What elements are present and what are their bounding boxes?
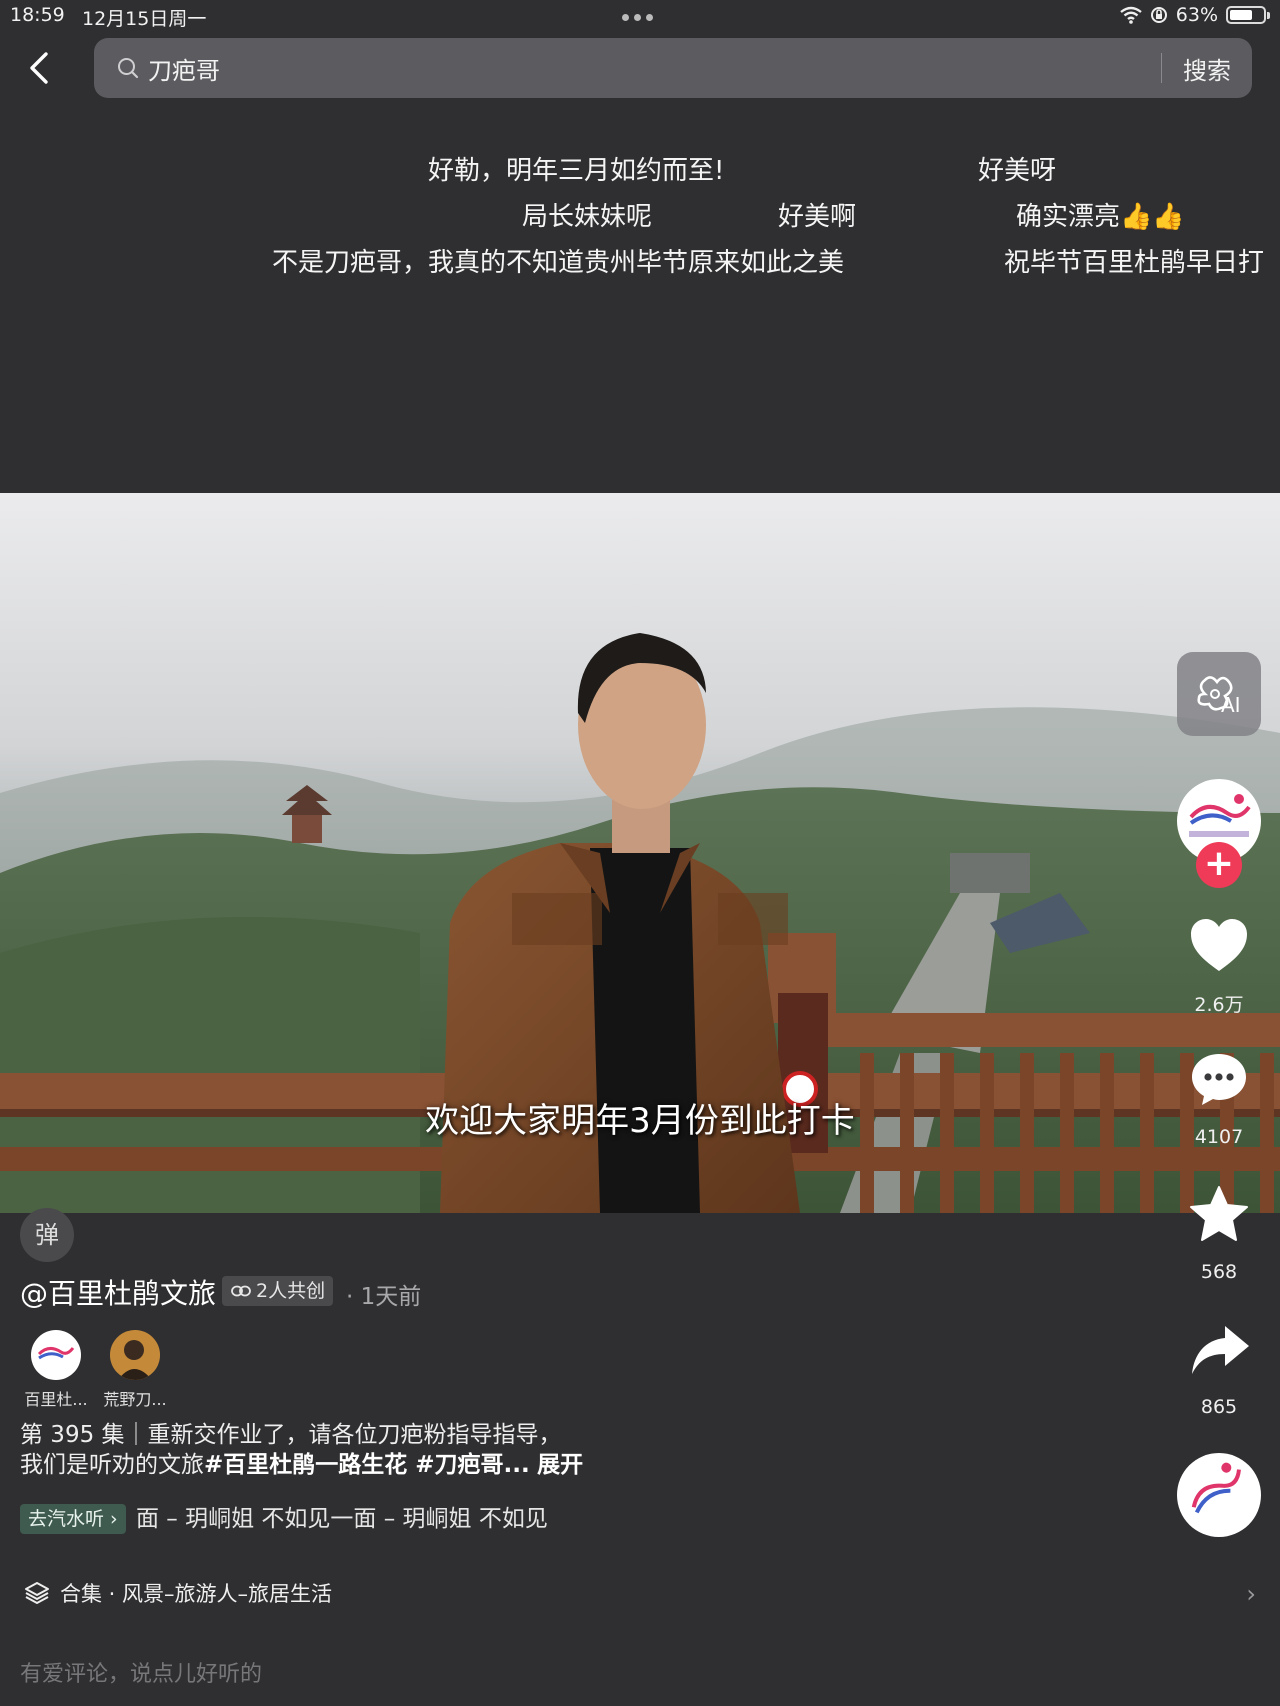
battery-icon	[1226, 6, 1270, 24]
music-disc[interactable]	[1177, 1453, 1261, 1537]
like-count: 2.6万	[1194, 994, 1244, 1016]
battery-percent: 63%	[1175, 4, 1218, 26]
multitask-dots[interactable]	[622, 14, 653, 21]
post-time: · 1天前	[346, 1284, 422, 1310]
description-line: 第 395 集｜重新交作业了，请各位刀疤粉指导指导，	[20, 1422, 562, 1448]
cocreate-label: 2人共创	[256, 1280, 326, 1302]
danmaku-item: 好美呀	[978, 156, 1057, 186]
music-app-label: 去汽水听	[28, 1508, 105, 1530]
ai-assistant-button[interactable]: AI	[1177, 652, 1261, 736]
comment-icon[interactable]	[1189, 1051, 1249, 1107]
danmaku-item: 局长妹妹呢	[522, 202, 653, 232]
back-arrow-icon[interactable]	[22, 48, 62, 88]
hashtags[interactable]: #百里杜鹃一路生花 #刀疤哥...	[204, 1452, 530, 1478]
follow-button[interactable]: +	[1196, 842, 1242, 888]
danmaku-item: 祝毕节百里杜鹃早日打	[1004, 248, 1265, 278]
wifi-icon	[1120, 6, 1142, 24]
share-count: 865	[1200, 1396, 1238, 1418]
creator-avatar	[110, 1330, 160, 1380]
creator-avatar	[31, 1330, 81, 1380]
danmaku-item: 好勒，明年三月如约而至!	[428, 156, 725, 186]
danmaku-item: 确实漂亮👍👍	[1016, 202, 1185, 232]
status-date: 12月15日周一	[82, 8, 207, 30]
collection-row[interactable]: 合集 · 风景–旅游人–旅居生活	[24, 1578, 332, 1608]
danmaku-item: 不是刀疤哥，我真的不知道贵州毕节原来如此之美	[272, 248, 845, 278]
share-arrow-icon[interactable]	[1189, 1324, 1251, 1376]
description-text: 我们是听劝的文旅	[20, 1452, 204, 1478]
collection-label: 合集 · 风景–旅游人–旅居生活	[60, 1582, 333, 1606]
cocreate-badge[interactable]: 2人共创	[222, 1276, 334, 1306]
link-icon	[231, 1285, 251, 1297]
creator-name: 荒野刀...	[103, 1390, 167, 1409]
comment-input[interactable]: 有爱评论，说点儿好听的	[20, 1656, 262, 1688]
layers-icon	[25, 1582, 49, 1604]
ai-label: AI	[1221, 693, 1241, 716]
video-subtitle: 欢迎大家明年3月份到此打卡	[425, 1101, 855, 1141]
music-title-scroll[interactable]: 面 – 玥峒姐 不如见一面 – 玥峒姐 不如见	[136, 1504, 620, 1534]
danmaku-item: 好美啊	[778, 202, 857, 232]
search-bar[interactable]: 刀疤哥 搜索	[94, 38, 1252, 98]
status-time: 18:59	[10, 4, 65, 26]
favorite-count: 568	[1200, 1261, 1238, 1283]
ai-flower-icon: AI	[1197, 676, 1241, 716]
search-icon	[118, 58, 139, 79]
favorite-star-icon[interactable]	[1189, 1185, 1249, 1243]
creator-item[interactable]: 荒野刀...	[85, 1330, 185, 1410]
expand-button[interactable]: 展开	[537, 1452, 583, 1478]
search-button[interactable]: 搜索	[1162, 51, 1252, 86]
comment-count: 4107	[1194, 1126, 1244, 1148]
status-indicators: 63%	[1120, 4, 1270, 26]
chevron-right-icon[interactable]: ›	[1246, 1580, 1256, 1608]
orientation-lock-icon	[1150, 7, 1167, 23]
search-input[interactable]: 刀疤哥	[148, 51, 1161, 86]
video-description[interactable]: 第 395 集｜重新交作业了，请各位刀疤粉指导指导， 我们是听劝的文旅#百里杜鹃…	[20, 1420, 660, 1480]
author-name[interactable]: @百里杜鹃文旅	[20, 1272, 216, 1312]
music-disc-logo	[1191, 1462, 1241, 1514]
like-heart-icon[interactable]	[1189, 917, 1249, 973]
music-app-tag[interactable]: 去汽水听 ›	[20, 1504, 126, 1534]
danmaku-toggle-button[interactable]: 弹	[20, 1208, 74, 1262]
